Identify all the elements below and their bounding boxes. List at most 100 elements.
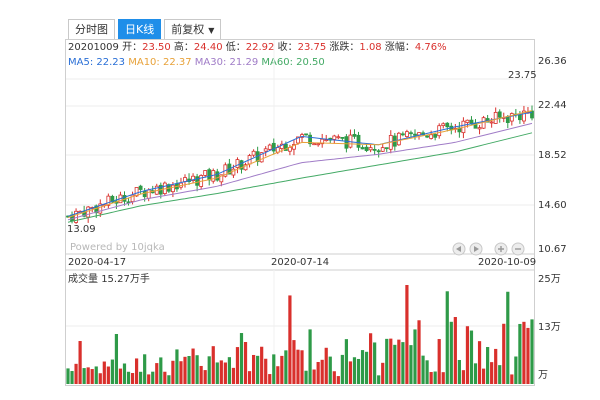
volume-bar — [126, 371, 131, 384]
volume-bar — [518, 323, 522, 384]
candle-body — [445, 122, 450, 128]
volume-bar — [118, 368, 123, 384]
candle-body — [332, 135, 337, 140]
volume-bar — [469, 330, 474, 384]
volume-bar — [159, 357, 163, 384]
candle-body — [376, 150, 381, 153]
volume-bar — [199, 365, 203, 384]
volume-bar — [268, 374, 272, 384]
candle-body — [465, 119, 470, 123]
candle-body — [312, 143, 317, 146]
candle-body — [364, 146, 369, 151]
volume-bar — [421, 355, 425, 384]
volume-bar — [143, 354, 147, 384]
volume-bar — [433, 371, 437, 384]
volume-bar — [86, 367, 90, 384]
volume-bar — [453, 317, 457, 384]
candle-body — [400, 133, 405, 136]
candle-body — [138, 185, 143, 190]
volume-bar — [171, 360, 175, 384]
candle-body — [497, 111, 502, 118]
candle-body — [316, 143, 321, 146]
candle-body — [251, 150, 256, 156]
volume-bar — [90, 369, 94, 384]
chart-nav-controls — [452, 242, 525, 256]
volume-bar — [308, 329, 312, 384]
volume-bar — [151, 371, 155, 384]
candle-body — [425, 135, 429, 138]
volume-bar — [247, 371, 252, 384]
candle-body — [409, 132, 413, 135]
volume-bar — [155, 363, 159, 384]
candle-body — [146, 189, 151, 199]
volume-bar — [227, 357, 231, 384]
volume-bar — [284, 350, 288, 384]
volume-bar — [498, 365, 502, 384]
volume-bar — [195, 355, 199, 384]
volume-bar — [373, 342, 377, 384]
volume-bar — [473, 363, 478, 384]
volume-bar — [179, 361, 183, 384]
volume-bar — [264, 358, 268, 384]
volume-bar — [272, 354, 276, 384]
volume-bar — [215, 362, 219, 384]
volume-bar — [344, 339, 348, 384]
volume-bar — [260, 346, 264, 384]
volume-bar — [530, 319, 534, 384]
candle-body — [489, 121, 494, 124]
volume-bar — [381, 362, 385, 384]
volume-bar — [252, 354, 256, 384]
volume-bar — [280, 355, 284, 384]
volume-bar — [465, 326, 470, 384]
volume-bar — [441, 372, 445, 384]
volume-bar — [324, 347, 328, 384]
volume-bar — [457, 359, 461, 384]
volume-bar — [134, 358, 139, 384]
volume-bar — [369, 333, 373, 384]
volume-bar — [425, 360, 429, 384]
volume-bar — [405, 285, 409, 384]
volume-bar — [477, 341, 482, 384]
volume-bar — [401, 342, 405, 384]
candle-body — [195, 176, 200, 186]
volume-bar — [183, 356, 187, 384]
volume-bar — [304, 370, 308, 384]
volume-bar — [320, 359, 324, 384]
volume-bar — [239, 333, 244, 384]
volume-bar — [175, 349, 179, 384]
volume-bar — [191, 348, 195, 384]
volume-bar — [231, 367, 236, 384]
candle-body — [203, 170, 208, 176]
candle-body — [396, 132, 401, 146]
volume-bar — [219, 360, 223, 384]
volume-bar — [256, 355, 260, 384]
volume-bar — [429, 372, 433, 384]
candle-body — [340, 136, 345, 139]
candle-body — [405, 131, 409, 137]
volume-bar — [296, 349, 300, 384]
volume-bar — [393, 344, 397, 384]
candles-group — [66, 105, 534, 224]
volume-bar — [276, 366, 280, 384]
candle-body — [86, 206, 91, 218]
candle-body — [493, 111, 498, 124]
candle-body — [235, 159, 240, 168]
volume-bar — [203, 370, 207, 384]
candle-body — [517, 114, 522, 121]
volume-bar — [340, 354, 344, 384]
candle-body — [207, 169, 212, 181]
volume-bar — [300, 350, 304, 384]
volume-bar — [526, 327, 530, 384]
candle-body — [441, 123, 446, 127]
candle-body — [413, 133, 417, 136]
volume-bar — [481, 368, 486, 384]
candle-body — [142, 190, 147, 198]
volume-bar — [385, 338, 389, 384]
volume-bar — [397, 339, 401, 384]
volume-bar — [292, 340, 296, 384]
candle-body — [429, 134, 434, 139]
volume-bar — [167, 375, 171, 384]
volume-bar — [389, 338, 393, 384]
volume-bar — [417, 320, 421, 384]
candle-body — [344, 136, 349, 149]
